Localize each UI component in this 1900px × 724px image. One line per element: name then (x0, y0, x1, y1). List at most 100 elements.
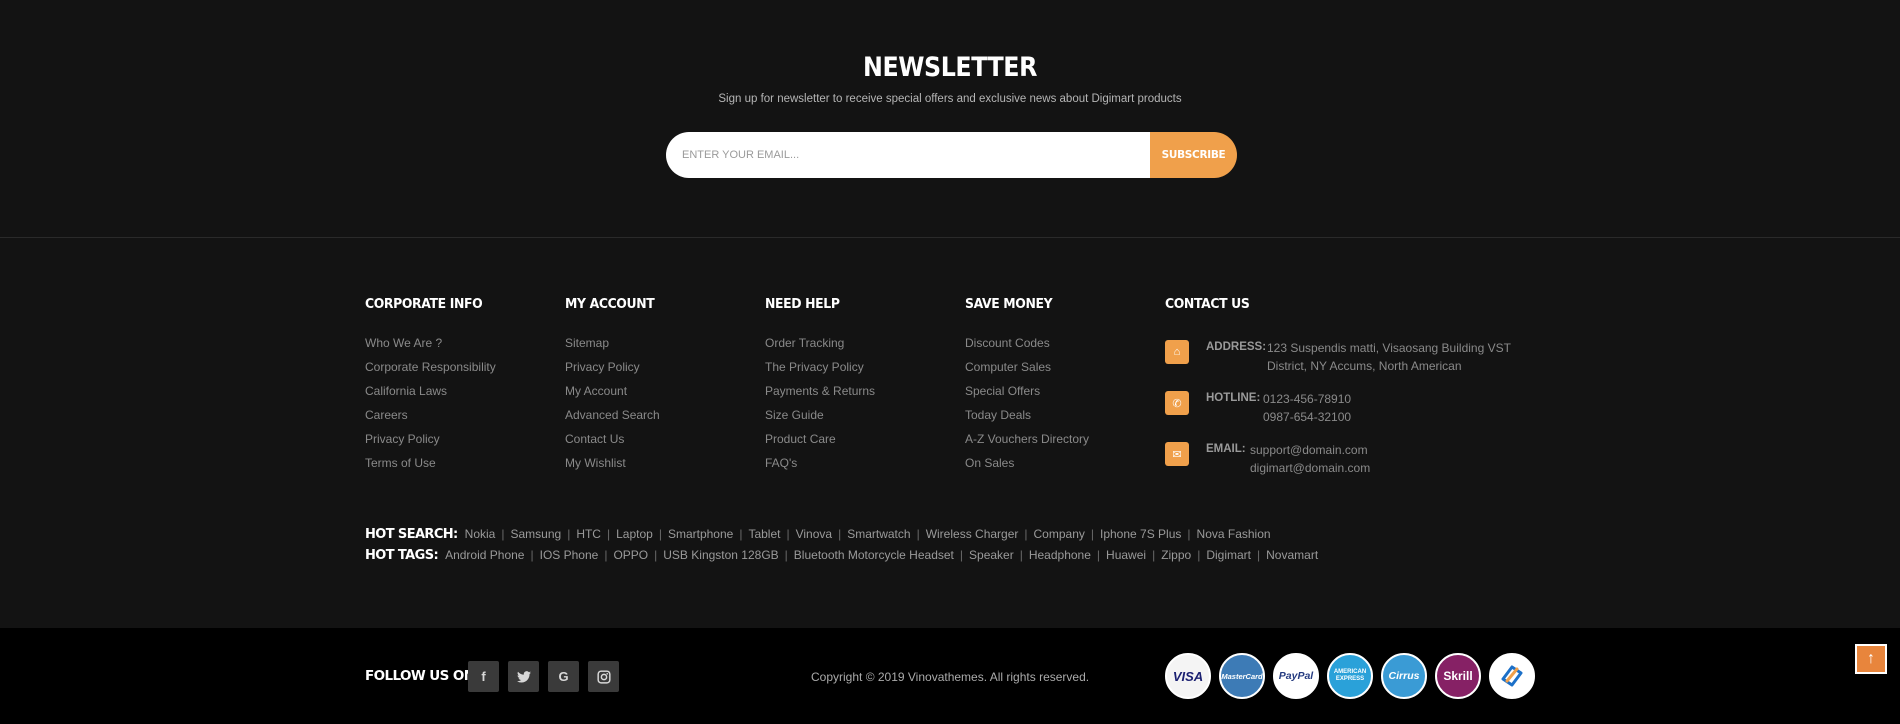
twitter-icon[interactable] (508, 661, 539, 692)
hot-search-item[interactable]: Iphone 7S Plus (1100, 527, 1181, 541)
save-money-column: SAVE MONEY Discount Codes Computer Sales… (965, 296, 1089, 480)
separator: | (786, 527, 790, 541)
help-link-payments-returns[interactable]: Payments & Returns (765, 384, 875, 408)
separator: | (1187, 527, 1191, 541)
instagram-glyph (596, 669, 611, 684)
separator: | (501, 527, 505, 541)
hot-search-item[interactable]: Smartphone (668, 527, 733, 541)
contact-us-column: CONTACT US ⌂ ADDRESS: 123 Suspendis matt… (1165, 296, 1565, 475)
copyright-text: Copyright © 2019 Vinovathemes. All right… (811, 670, 1090, 684)
newsletter-form: SUBSCRIBE (666, 132, 1237, 178)
ebay-pay-icon (1489, 653, 1535, 699)
hot-tag-item[interactable]: Novamart (1266, 548, 1318, 562)
email-address-1[interactable]: support@domain.com (1250, 443, 1368, 457)
hot-tag-item[interactable]: USB Kingston 128GB (663, 548, 778, 562)
help-link-privacy-policy[interactable]: The Privacy Policy (765, 360, 875, 384)
corporate-link-privacy-policy[interactable]: Privacy Policy (365, 432, 496, 456)
account-link-wishlist[interactable]: My Wishlist (565, 456, 662, 480)
hot-search-item[interactable]: Nova Fashion (1197, 527, 1271, 541)
corporate-info-list: Who We Are ? Corporate Responsibility Ca… (365, 336, 496, 480)
newsletter-email-input[interactable] (666, 132, 1166, 178)
hot-search-item[interactable]: Tablet (748, 527, 780, 541)
corporate-link-responsibility[interactable]: Corporate Responsibility (365, 360, 496, 384)
hot-search-item[interactable]: Smartwatch (847, 527, 910, 541)
hotline-number-1: 0123-456-78910 (1263, 392, 1352, 406)
facebook-icon[interactable]: f (468, 661, 499, 692)
save-link-on-sales[interactable]: On Sales (965, 456, 1089, 480)
account-link-contact-us[interactable]: Contact Us (565, 432, 662, 456)
separator: | (1096, 548, 1101, 562)
corporate-link-careers[interactable]: Careers (365, 408, 496, 432)
hot-search-item[interactable]: Wireless Charger (926, 527, 1019, 541)
hot-search-item[interactable]: Samsung (510, 527, 561, 541)
hot-search-item[interactable]: Nokia (465, 527, 496, 541)
my-account-list: Sitemap Privacy Policy My Account Advanc… (565, 336, 662, 480)
save-link-vouchers-directory[interactable]: A-Z Vouchers Directory (965, 432, 1089, 456)
account-link-privacy-policy[interactable]: Privacy Policy (565, 360, 662, 384)
hot-search-item[interactable]: Company (1034, 527, 1085, 541)
hot-tag-item[interactable]: Speaker (969, 548, 1014, 562)
hot-search-item[interactable]: Laptop (616, 527, 653, 541)
hot-search-item[interactable]: HTC (576, 527, 601, 541)
address-line-1: 123 Suspendis matti, Visaosang Building … (1267, 341, 1511, 355)
separator: | (1197, 548, 1201, 562)
hot-tag-item[interactable]: Digimart (1206, 548, 1251, 562)
bottom-bar: FOLLOW US ON: f G Copyright © 2019 Vinov… (0, 628, 1900, 724)
phone-icon: ✆ (1165, 391, 1189, 415)
newsletter-title: NEWSLETTER (863, 52, 1037, 83)
hot-tag-item[interactable]: OPPO (613, 548, 648, 562)
help-link-product-care[interactable]: Product Care (765, 432, 875, 456)
corporate-info-title: CORPORATE INFO (365, 296, 483, 312)
hot-tag-item[interactable]: Headphone (1029, 548, 1091, 562)
home-icon: ⌂ (1165, 340, 1189, 364)
ebay-pay-glyph (1501, 665, 1523, 687)
hot-tag-item[interactable]: Android Phone (445, 548, 524, 562)
save-link-today-deals[interactable]: Today Deals (965, 408, 1089, 432)
subscribe-button[interactable]: SUBSCRIBE (1150, 132, 1237, 178)
newsletter-subtitle: Sign up for newsletter to receive specia… (718, 93, 1182, 105)
help-link-size-guide[interactable]: Size Guide (765, 408, 875, 432)
hot-tag-item[interactable]: Huawei (1106, 548, 1146, 562)
instagram-icon[interactable] (588, 661, 619, 692)
help-link-order-tracking[interactable]: Order Tracking (765, 336, 875, 360)
twitter-bird-glyph (516, 670, 531, 682)
separator: | (1257, 548, 1261, 562)
corporate-link-california-laws[interactable]: California Laws (365, 384, 496, 408)
hot-tag-item[interactable]: IOS Phone (540, 548, 599, 562)
contact-us-title: CONTACT US (1165, 296, 1250, 312)
hot-tags-row: HOT TAGS: Android Phone | IOS Phone | OPPO | US… (365, 548, 1565, 563)
separator: | (530, 548, 534, 562)
account-link-my-account[interactable]: My Account (565, 384, 662, 408)
separator: | (838, 527, 842, 541)
hot-tag-item[interactable]: Zippo (1161, 548, 1191, 562)
separator: | (739, 527, 743, 541)
help-link-faqs[interactable]: FAQ's (765, 456, 875, 480)
hot-search-item[interactable]: Vinova (796, 527, 832, 541)
scroll-to-top-button[interactable]: ↑ (1855, 644, 1887, 674)
save-link-computer-sales[interactable]: Computer Sales (965, 360, 1089, 384)
separator: | (567, 527, 571, 541)
email-address-2[interactable]: digimart@domain.com (1250, 461, 1370, 475)
american-express-icon: AMERICAN EXPRESS (1327, 653, 1373, 699)
need-help-column: NEED HELP Order Tracking The Privacy Pol… (765, 296, 875, 480)
corporate-link-who-we-are[interactable]: Who We Are ? (365, 336, 496, 360)
account-link-sitemap[interactable]: Sitemap (565, 336, 662, 360)
separator: | (1019, 548, 1023, 562)
corporate-link-terms[interactable]: Terms of Use (365, 456, 496, 480)
hotline-number-2: 0987-654-32100 (1263, 410, 1352, 424)
separator: | (1152, 548, 1156, 562)
corporate-info-column: CORPORATE INFO Who We Are ? Corporate Re… (365, 296, 496, 480)
my-account-column: MY ACCOUNT Sitemap Privacy Policy My Acc… (565, 296, 662, 480)
hot-search-label: HOT SEARCH: (365, 527, 458, 542)
separator: | (604, 548, 608, 562)
paypal-icon: PayPal (1273, 653, 1319, 699)
account-link-advanced-search[interactable]: Advanced Search (565, 408, 662, 432)
cirrus-icon: Cirrus (1381, 653, 1427, 699)
skrill-icon: Skrill (1435, 653, 1481, 699)
google-icon[interactable]: G (548, 661, 579, 692)
save-link-special-offers[interactable]: Special Offers (965, 384, 1089, 408)
save-money-list: Discount Codes Computer Sales Special Of… (965, 336, 1089, 480)
save-link-discount-codes[interactable]: Discount Codes (965, 336, 1089, 360)
hot-tag-item[interactable]: Bluetooth Motorcycle Headset (794, 548, 954, 562)
visa-icon: VISA (1165, 653, 1211, 699)
